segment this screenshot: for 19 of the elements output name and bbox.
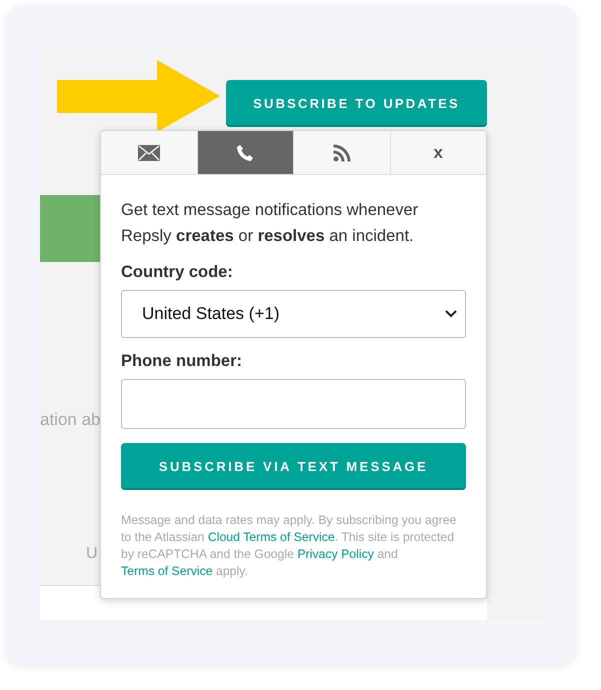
description-text: Get text message notifications whenever Repsly creates or resolves an incident. bbox=[121, 200, 420, 247]
country-select[interactable]: United States (+1) bbox=[121, 290, 466, 338]
phone-icon bbox=[236, 144, 254, 162]
subscribe-button[interactable]: SUBSCRIBE TO UPDATES bbox=[226, 80, 487, 127]
terms-link[interactable]: Terms of Service bbox=[121, 564, 213, 578]
chevron-icon bbox=[445, 310, 457, 318]
phone-input[interactable] bbox=[121, 379, 466, 429]
legal-text: Message and data rates may apply. By subscribing you agree to the Atlassian Cloud Terms of Service. This site is protected by reCAPTCHA and the Google Privacy Policy and Terms of Service apply. bbox=[121, 512, 458, 580]
terms-link[interactable]: Privacy Policy bbox=[297, 547, 374, 561]
field-label: Phone number: bbox=[121, 352, 244, 371]
tab[interactable] bbox=[198, 131, 294, 174]
field-label: Country code: bbox=[121, 263, 234, 282]
submit-button[interactable]: SUBSCRIBE VIA TEXT MESSAGE bbox=[121, 443, 466, 490]
envelope-icon bbox=[138, 144, 160, 160]
body-text: U bbox=[86, 545, 98, 562]
arrow-icon bbox=[57, 60, 220, 132]
body-text: ation ab bbox=[40, 410, 102, 430]
terms-link[interactable]: Cloud Terms of Service bbox=[208, 530, 335, 544]
rss-icon bbox=[332, 144, 351, 162]
